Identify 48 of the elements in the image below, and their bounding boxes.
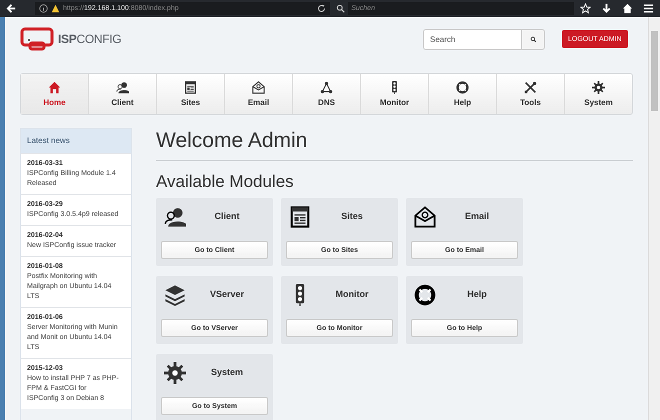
module-name: Help	[466, 289, 488, 299]
home-icon[interactable]	[622, 3, 633, 14]
warning-lock-icon	[51, 4, 60, 13]
search-icon	[530, 36, 536, 42]
star-icon[interactable]	[580, 3, 591, 14]
menu-icon[interactable]	[643, 3, 654, 14]
server-stack-icon	[164, 284, 186, 306]
module-name: System	[210, 367, 244, 377]
nav-tab[interactable]: Tools	[497, 74, 565, 114]
module-name: VServer	[208, 289, 246, 299]
gear-icon	[164, 362, 186, 384]
monitor-logo-icon	[20, 27, 54, 51]
info-icon	[39, 4, 48, 13]
section-title: Available Modules	[156, 172, 295, 192]
search-icon	[336, 4, 346, 13]
nav-tab[interactable]: System	[565, 74, 632, 114]
people-icon	[164, 206, 186, 228]
module-name: Sites	[340, 211, 364, 221]
search-button[interactable]	[521, 28, 545, 50]
nav-tab[interactable]: Client	[89, 74, 157, 114]
tools-icon	[524, 81, 537, 94]
home-icon	[48, 81, 61, 94]
page-title: Welcome Admin	[156, 128, 633, 161]
nav-tab[interactable]: DNS	[293, 74, 361, 114]
download-icon[interactable]	[601, 3, 612, 14]
envelope-icon	[252, 81, 265, 94]
module-name: Monitor	[334, 289, 370, 299]
scrollbar[interactable]	[648, 17, 660, 420]
gear-icon	[592, 81, 605, 94]
nav-tab[interactable]: Sites	[157, 74, 225, 114]
module-name: Client	[213, 211, 240, 221]
lifebuoy-icon	[414, 284, 436, 306]
module-name: Email	[464, 211, 490, 221]
search-field[interactable]: Search	[423, 28, 521, 50]
back-icon[interactable]	[6, 3, 17, 14]
logo-text: ISPCONFIG	[58, 32, 122, 46]
envelope-icon	[414, 206, 436, 228]
nav-tab[interactable]: Email	[225, 74, 293, 114]
browser-window-icon	[184, 81, 197, 94]
network-icon	[320, 81, 333, 94]
news-header: Latest news	[21, 129, 131, 153]
nav-tab[interactable]: Home	[21, 74, 89, 114]
nav-tab[interactable]: Help	[429, 74, 497, 114]
browser-window-icon	[289, 206, 311, 228]
reload-icon[interactable]	[317, 4, 326, 13]
lifebuoy-icon	[456, 81, 469, 94]
people-icon	[116, 81, 129, 94]
nav-tab[interactable]: Monitor	[361, 74, 429, 114]
